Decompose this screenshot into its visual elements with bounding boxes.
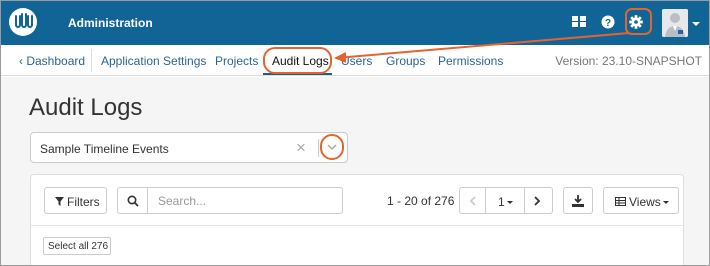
previous-page-button[interactable]	[459, 187, 486, 214]
gear-highlight-callout	[625, 8, 652, 35]
version-label: Version: 23.10-SNAPSHOT	[555, 54, 702, 68]
audit-logs-highlight-callout	[263, 47, 332, 74]
filters-button[interactable]: Filters	[44, 187, 107, 214]
tab-permissions[interactable]: Permissions	[438, 54, 503, 68]
app-title: Administration	[68, 16, 153, 30]
search-input[interactable]	[147, 187, 343, 214]
sub-navigation: ‹ Dashboard Application Settings Project…	[1, 45, 709, 76]
filter-icon	[55, 197, 64, 206]
chevron-left-icon: ‹	[19, 54, 23, 68]
nav-divider	[91, 49, 92, 72]
tab-projects[interactable]: Projects	[215, 54, 258, 68]
select-all-button[interactable]: Select all 276	[43, 237, 111, 255]
views-button[interactable]: Views	[603, 187, 679, 214]
svg-text:?: ?	[605, 18, 611, 29]
tab-application-settings[interactable]: Application Settings	[101, 54, 206, 68]
search-icon[interactable]	[117, 187, 148, 214]
select-all-label: Select all 276	[48, 241, 109, 252]
nav-back-dashboard[interactable]: ‹ Dashboard	[19, 54, 85, 68]
table-icon	[615, 197, 626, 206]
page-select-button[interactable]: 1	[485, 187, 525, 214]
nav-back-label: Dashboard	[26, 54, 86, 68]
views-label: Views	[629, 195, 661, 209]
export-button[interactable]	[563, 187, 593, 214]
paging-count: 1 - 20 of 276	[387, 194, 455, 208]
apps-grid-icon[interactable]	[571, 13, 591, 33]
tab-users[interactable]: Users	[341, 54, 372, 68]
select-value: Sample Timeline Events	[40, 142, 169, 156]
user-avatar-icon[interactable]	[662, 9, 688, 37]
page-title: Audit Logs	[29, 94, 143, 121]
tab-groups[interactable]: Groups	[386, 54, 425, 68]
search-group	[117, 187, 343, 214]
caret-down-icon	[506, 201, 513, 205]
user-menu-caret-icon[interactable]	[692, 22, 700, 26]
download-icon	[572, 195, 584, 207]
chevron-left-icon	[469, 196, 476, 206]
top-header: Administration ?	[1, 1, 709, 45]
labkey-logo-icon[interactable]	[9, 8, 37, 36]
help-icon[interactable]: ?	[600, 13, 620, 33]
filters-label: Filters	[67, 195, 100, 209]
chevron-right-icon	[534, 196, 541, 206]
audit-log-type-select[interactable]: Sample Timeline Events ×	[30, 132, 348, 163]
grid-panel: Filters 1 - 20 of 276 1	[30, 174, 684, 265]
caret-down-icon	[662, 201, 669, 205]
app-window: Administration ? ‹ Dashboard Application…	[0, 0, 710, 266]
next-page-button[interactable]	[524, 187, 553, 214]
chevron-down-icon[interactable]	[320, 134, 344, 160]
main-content: Audit Logs Sample Timeline Events × Filt…	[1, 77, 709, 265]
toolbar-divider	[31, 225, 683, 226]
clear-icon[interactable]: ×	[296, 138, 306, 158]
page-number: 1	[498, 195, 505, 209]
select-divider	[318, 139, 319, 157]
